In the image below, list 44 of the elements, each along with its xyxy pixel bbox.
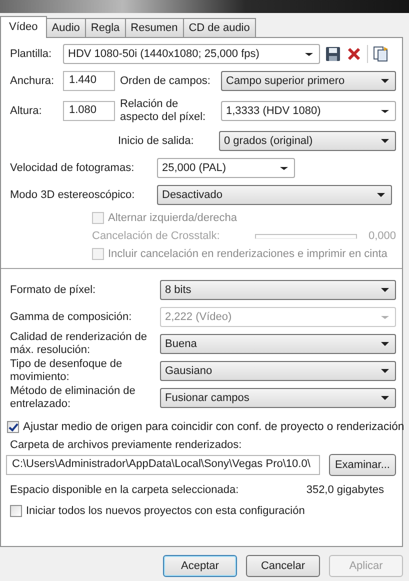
field-label: Método de eliminación de entrelazado: xyxy=(10,385,136,411)
delete-icon[interactable] xyxy=(346,46,362,62)
field-label: Relación de aspecto del píxel: xyxy=(120,98,207,124)
dialog-button[interactable]: Cancelar xyxy=(246,555,320,577)
crosstalk-label: Cancelación de Crosstalk: xyxy=(92,230,221,242)
setting-dropdown[interactable]: 8 bits xyxy=(160,280,396,300)
field-label: Tipo de desenfoque de movimiento: xyxy=(10,358,124,384)
field-label: Formato de píxel: xyxy=(10,284,97,296)
field-label: Velocidad de fotogramas: xyxy=(10,162,136,174)
folder-path-field[interactable]: C:\Users\Administrador\AppData\Local\Sony\Vegas Pro\10.0\ xyxy=(6,455,320,475)
folder-label: Carpeta de archivos previamente renderizados: xyxy=(10,439,242,451)
width-field[interactable]: 1.440 xyxy=(63,71,115,91)
tab[interactable]: Vídeo xyxy=(0,16,47,38)
tab[interactable]: Regla xyxy=(84,18,126,37)
stereo-mode-dropdown[interactable]: Desactivado xyxy=(157,185,392,205)
tab[interactable]: Resumen xyxy=(124,18,184,37)
field-label: Altura: xyxy=(10,105,43,117)
adjust-checkbox[interactable]: Ajustar medio de origen para coincidir con conf. de proyecto o renderización xyxy=(7,421,404,433)
setting-dropdown[interactable]: Buena xyxy=(160,334,396,354)
field-order-dropdown[interactable]: Campo superior primero xyxy=(221,71,396,91)
browse-button[interactable]: Examinar... xyxy=(328,454,396,476)
pixel-aspect-dropdown[interactable]: 1,3333 (HDV 1080) xyxy=(221,101,396,121)
save-icon[interactable] xyxy=(325,46,341,62)
tab[interactable]: Audio xyxy=(46,18,86,37)
field-label: Calidad de renderización de máx. resolución: xyxy=(10,331,148,357)
crosstalk-value: 0,000 xyxy=(368,230,396,242)
rotation-dropdown[interactable]: 0 grados (original) xyxy=(219,131,396,151)
field-label: Anchura: xyxy=(10,75,56,87)
field-label: Orden de campos: xyxy=(120,74,212,88)
copy-icon[interactable] xyxy=(373,46,389,62)
tab[interactable]: CD de audio xyxy=(182,18,256,37)
dialog-button[interactable]: Aceptar xyxy=(163,555,237,577)
frame-rate-dropdown[interactable]: 25,000 (PAL) xyxy=(157,158,295,178)
setting-dropdown[interactable]: Gausiano xyxy=(160,361,396,381)
field-label: Inicio de salida: xyxy=(118,134,195,148)
free-space-label: Espacio disponible en la carpeta seleccionada: xyxy=(10,484,239,496)
free-space-value: 352,0 gigabytes xyxy=(306,484,384,496)
setting-dropdown[interactable]: Fusionar campos xyxy=(160,388,396,408)
field-label: Plantilla: xyxy=(10,48,53,60)
field-label: Modo 3D estereoscópico: xyxy=(10,189,136,201)
height-field[interactable]: 1.080 xyxy=(63,101,115,121)
start-checkbox[interactable]: Iniciar todos los nuevos proyectos con esta configuración xyxy=(10,505,305,517)
field-label: Gamma de composición: xyxy=(10,310,133,324)
template-dropdown[interactable]: HDV 1080-50i (1440x1080; 25,000 fps) xyxy=(63,44,320,64)
